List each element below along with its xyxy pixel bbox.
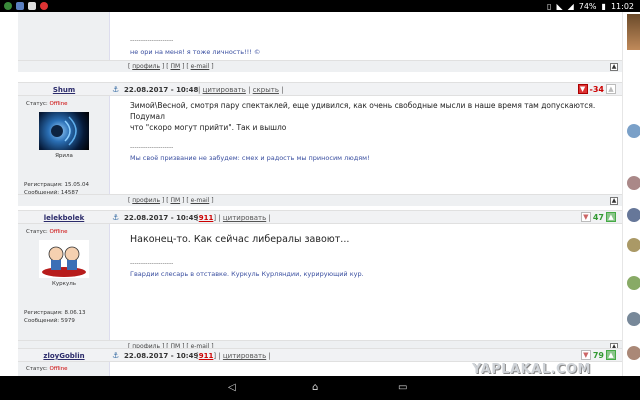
pm-link[interactable]: ПМ	[170, 63, 180, 70]
user-status: Offline	[49, 229, 68, 235]
rating-value: 79	[592, 350, 604, 360]
side-panel	[622, 12, 640, 376]
hide-link[interactable]: скрыть	[253, 86, 279, 94]
post-header: zloyGoblin ⚓ 22.08.2017 - 10:49 [911] | …	[18, 348, 622, 362]
post-footer: [ профиль ] [ ПМ ] [ e-mail ] ▲	[18, 60, 622, 72]
post-header: lelekbolek ⚓ 22.08.2017 - 10:49 [911] | …	[18, 210, 622, 224]
vote-down-icon[interactable]: ▼	[577, 84, 588, 94]
user-column	[18, 12, 110, 60]
user-thumb[interactable]	[627, 312, 640, 326]
vote-down-icon[interactable]: ▼	[580, 350, 591, 360]
battery-percent: 74%	[578, 1, 597, 11]
user-column: Статус: Offline Ярила Регистрация: 15.05…	[18, 96, 110, 206]
avatar[interactable]	[39, 112, 89, 150]
battery-icon: ▮	[601, 1, 606, 11]
quote-link[interactable]: цитировать	[223, 352, 266, 360]
block-icon	[40, 2, 48, 10]
quote-link[interactable]: цитировать	[223, 214, 266, 222]
post-number[interactable]: 911	[199, 214, 214, 222]
signature-separator: --------------------	[130, 37, 174, 44]
user-status: Offline	[49, 101, 68, 107]
post-anchor-icon[interactable]: ⚓	[112, 351, 119, 360]
user-thumb[interactable]	[627, 176, 640, 190]
user-column: Статус: Offline	[18, 362, 110, 376]
user-thumb[interactable]	[627, 276, 640, 290]
user-column: Статус: Offline Куркуль Регистрация: 8.0…	[18, 224, 110, 340]
android-nav-bar: ◁ ⌂ ▭	[0, 376, 640, 400]
signature: Мы своё призвание не забудем: смех и рад…	[130, 154, 370, 162]
email-link[interactable]: e-mail	[191, 197, 210, 204]
scroll-top-icon[interactable]: ▲	[610, 197, 618, 205]
post-number[interactable]: 911	[199, 352, 214, 360]
app-notification-icon	[4, 2, 12, 10]
mail-icon	[28, 2, 36, 10]
status-bar: ▯ ◣ ◢ 74% ▮ 11:02	[0, 0, 640, 12]
user-thumb[interactable]	[627, 208, 640, 222]
scroll-top-icon[interactable]: ▲	[610, 63, 618, 71]
message-count: Сообщений: 5979	[24, 318, 75, 324]
vote-down-icon[interactable]: ▼	[580, 212, 591, 222]
shield-icon	[16, 2, 24, 10]
rating-value: -34	[589, 84, 604, 94]
profile-link[interactable]: профиль	[132, 63, 160, 70]
pm-link[interactable]: ПМ	[170, 197, 180, 204]
author-nick[interactable]: lelekbolek	[18, 214, 110, 222]
author-nick[interactable]: zloyGoblin	[18, 352, 110, 360]
rating-value: 47	[592, 212, 604, 222]
signature: не ори на меня! я тоже личность!!! ©	[130, 48, 261, 56]
user-thumb[interactable]	[627, 346, 640, 360]
thumbnail[interactable]	[627, 14, 640, 50]
signal-icon: ◢	[567, 1, 574, 11]
email-link[interactable]: e-mail	[191, 63, 210, 70]
avatar-art-icon	[51, 116, 77, 146]
avatar-caption: Куркуль	[52, 281, 76, 287]
post-footer: [ профиль ] [ ПМ ] [ e-mail ] ▲	[18, 194, 622, 206]
post-header: Shum ⚓ 22.08.2017 - 10:48 | цитировать |…	[18, 82, 622, 96]
post-rating: ▼ -34 ▲	[577, 84, 616, 94]
post-anchor-icon[interactable]: ⚓	[112, 213, 119, 222]
signature-separator: --------------------	[130, 260, 174, 267]
user-thumb[interactable]	[627, 124, 640, 138]
browser-page: -------------------- не ори на меня! я т…	[0, 12, 640, 376]
recent-apps-icon[interactable]: ▭	[398, 382, 407, 393]
signature: Гвардии слесарь в отставке. Куркуль Курл…	[130, 270, 364, 278]
profile-link[interactable]: профиль	[132, 197, 160, 204]
signature-separator: --------------------	[130, 144, 174, 151]
post: Статус: Offline Куркуль Регистрация: 8.0…	[18, 210, 622, 352]
post-text: Зимой\Весной, смотря пару спектаклей, ещ…	[130, 101, 596, 132]
post-date: 22.08.2017 - 10:49	[124, 214, 199, 222]
vote-up-icon[interactable]: ▲	[606, 350, 616, 360]
post: Статус: Offline Ярила Регистрация: 15.05…	[18, 82, 622, 218]
post-text: Наконец-то. Как сейчас либералы завоют..…	[130, 234, 350, 245]
user-thumb[interactable]	[627, 238, 640, 252]
avatar[interactable]	[39, 240, 89, 278]
post-date: 22.08.2017 - 10:49	[124, 352, 199, 360]
avatar-art-icon	[42, 246, 86, 277]
clock: 11:02	[610, 1, 634, 11]
avatar-caption: Ярила	[55, 153, 73, 159]
back-icon[interactable]: ◁	[228, 382, 236, 393]
wifi-icon: ◣	[556, 1, 563, 11]
forum-thread: -------------------- не ори на меня! я т…	[18, 12, 622, 376]
registration-date: Регистрация: 15.05.04	[24, 182, 89, 188]
author-nick[interactable]: Shum	[18, 86, 110, 94]
vote-up-icon[interactable]: ▲	[606, 84, 616, 94]
registration-date: Регистрация: 8.06.13	[24, 310, 86, 316]
post-rating: ▼ 79 ▲	[580, 350, 616, 360]
user-status: Offline	[49, 366, 68, 372]
vibrate-icon: ▯	[547, 1, 552, 11]
home-icon[interactable]: ⌂	[312, 382, 318, 393]
vote-up-icon[interactable]: ▲	[606, 212, 616, 222]
quote-link[interactable]: цитировать	[203, 86, 246, 94]
post-date: 22.08.2017 - 10:48	[124, 86, 199, 94]
post-tail: -------------------- не ори на меня! я т…	[18, 12, 622, 72]
post-rating: ▼ 47 ▲	[580, 212, 616, 222]
post-anchor-icon[interactable]: ⚓	[112, 85, 119, 94]
